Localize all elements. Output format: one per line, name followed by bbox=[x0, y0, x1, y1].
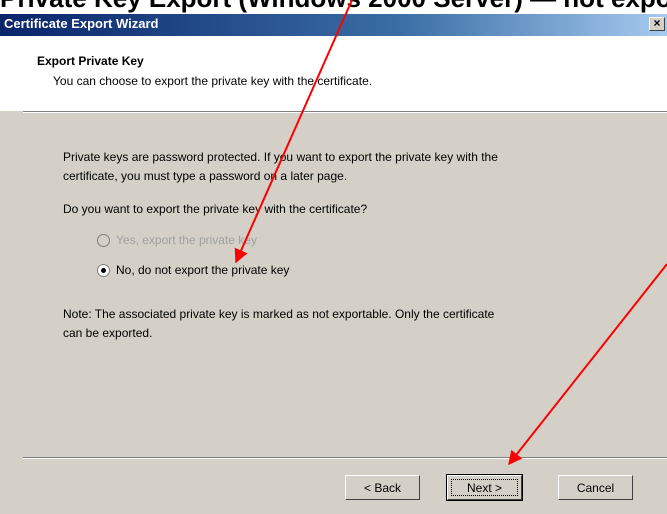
focus-rect bbox=[451, 479, 518, 496]
page-subtitle: You can choose to export the private key… bbox=[53, 74, 373, 88]
page-title: Export Private Key bbox=[37, 54, 144, 68]
note-text-line2: can be exported. bbox=[63, 326, 153, 340]
radio-no-label[interactable]: No, do not export the private key bbox=[116, 261, 289, 280]
radio-no[interactable] bbox=[97, 264, 110, 277]
intro-text-line1: Private keys are password protected. If … bbox=[63, 150, 498, 164]
radio-yes-label: Yes, export the private key bbox=[116, 233, 257, 247]
note-text-line1: Note: The associated private key is mark… bbox=[63, 307, 495, 321]
radio-selected-dot bbox=[101, 268, 106, 273]
certificate-export-wizard-window: Certificate Export Wizard × Export Priva… bbox=[0, 14, 667, 514]
close-icon: × bbox=[653, 16, 661, 30]
top-annotation-strip: Private Key Export (Windows 2000 Server)… bbox=[0, 0, 667, 14]
cropped-caption: Private Key Export (Windows 2000 Server)… bbox=[0, 0, 667, 14]
radio-yes bbox=[97, 234, 110, 247]
footer-separator bbox=[23, 457, 667, 459]
titlebar: Certificate Export Wizard × bbox=[0, 14, 667, 36]
close-button[interactable]: × bbox=[649, 17, 665, 31]
header-separator bbox=[23, 111, 667, 113]
window-title: Certificate Export Wizard bbox=[4, 16, 159, 31]
question-text: Do you want to export the private key wi… bbox=[63, 202, 368, 216]
wizard-header: Export Private Key You can choose to exp… bbox=[0, 36, 667, 111]
next-button[interactable]: Next > bbox=[446, 474, 523, 501]
intro-text-line2: certificate, you must type a password on… bbox=[63, 169, 348, 183]
cancel-button[interactable]: Cancel bbox=[558, 475, 633, 500]
back-button[interactable]: < Back bbox=[345, 475, 420, 500]
